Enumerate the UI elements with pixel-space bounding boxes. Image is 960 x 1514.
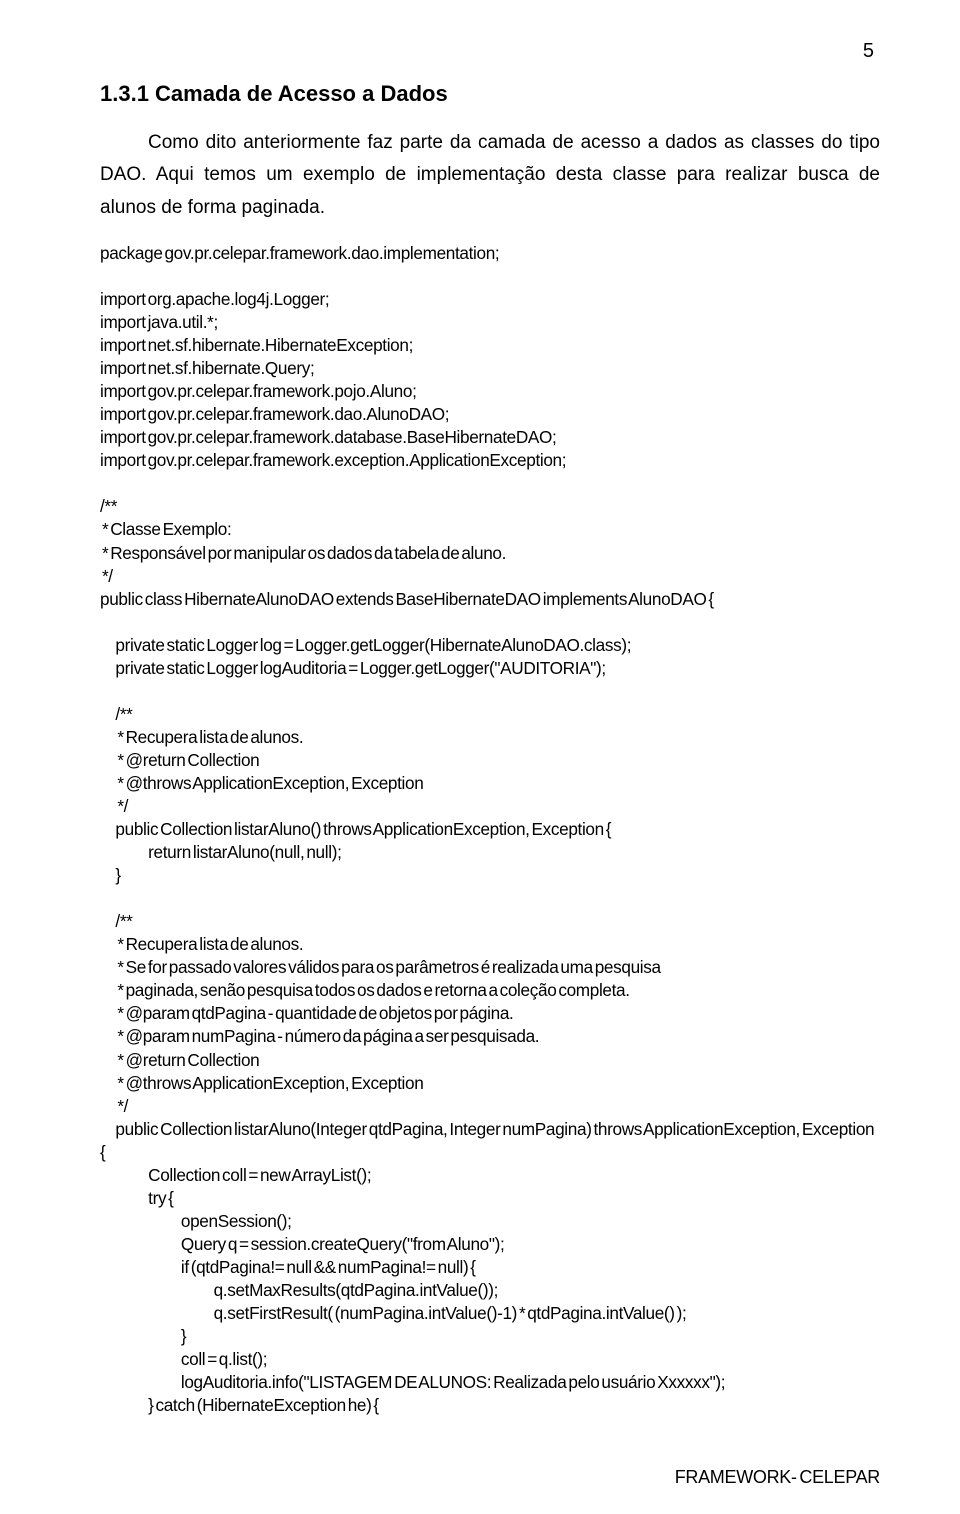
section-title: 1.3.1 Camada de Acesso a Dados <box>100 81 880 107</box>
page-number: 5 <box>100 40 880 63</box>
code-block: package gov.pr.celepar.framework.dao.imp… <box>100 242 880 1417</box>
body-paragraph: Como dito anteriormente faz parte da cam… <box>100 127 880 224</box>
footer-text: FRAMEWORK- CELEPAR <box>675 1467 880 1488</box>
